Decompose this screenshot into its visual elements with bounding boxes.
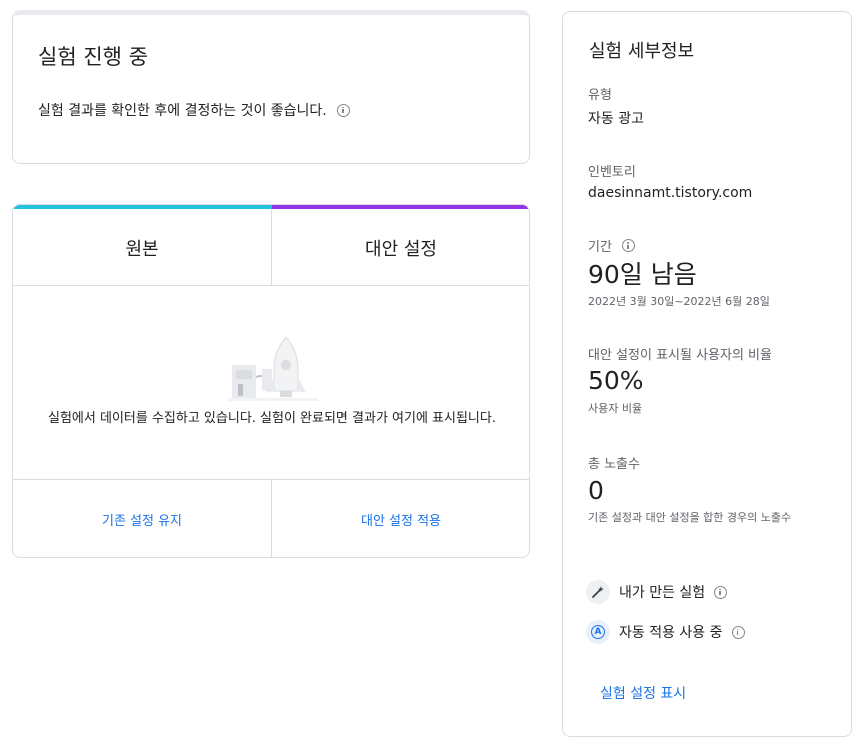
period-value: 90일 남음 bbox=[588, 260, 697, 289]
experiment-status-card: 실험 진행 중 실험 결과를 확인한 후에 결정하는 것이 좋습니다. bbox=[12, 10, 530, 164]
info-icon[interactable] bbox=[336, 103, 350, 117]
show-experiment-settings-link[interactable]: 실험 설정 표시 bbox=[600, 683, 686, 703]
info-icon[interactable] bbox=[621, 239, 635, 252]
period-label: 기간 bbox=[588, 240, 612, 255]
type-label: 유형 bbox=[588, 88, 612, 103]
impressions-value: 0 bbox=[588, 476, 604, 505]
info-icon[interactable] bbox=[714, 585, 728, 599]
status-description-row: 실험 결과를 확인한 후에 결정하는 것이 좋습니다. bbox=[38, 100, 350, 120]
created-by-me-row: 내가 만든 실험 bbox=[586, 580, 728, 604]
tab-alternative: 대안 설정 bbox=[365, 238, 437, 260]
type-value: 자동 광고 bbox=[588, 111, 644, 127]
auto-apply-icon: A bbox=[586, 620, 610, 644]
info-icon[interactable] bbox=[731, 625, 745, 639]
apply-alternative-button[interactable]: 대안 설정 적용 bbox=[272, 480, 529, 557]
tab-original: 원본 bbox=[125, 238, 159, 260]
details-title: 실험 세부정보 bbox=[589, 41, 695, 62]
created-by-me-label: 내가 만든 실험 bbox=[619, 585, 706, 601]
auto-apply-row: A 자동 적용 사용 중 bbox=[586, 620, 745, 644]
status-description: 실험 결과를 확인한 후에 결정하는 것이 좋습니다. bbox=[38, 103, 327, 119]
inventory-value: daesinnamt.tistory.com bbox=[588, 185, 753, 201]
period-label-row: 기간 bbox=[588, 236, 635, 255]
keep-original-button[interactable]: 기존 설정 유지 bbox=[13, 480, 271, 557]
comparison-card: 원본 대안 설정 실험에서 데이터를 수집하고 있습니다. 실험이 완료되면 결… bbox=[12, 204, 530, 558]
status-title: 실험 진행 중 bbox=[38, 45, 148, 69]
divider bbox=[13, 285, 529, 286]
auto-apply-label: 자동 적용 사용 중 bbox=[619, 625, 723, 641]
inventory-label: 인벤토리 bbox=[588, 165, 636, 180]
experiment-details-card: 실험 세부정보 유형 자동 광고 인벤토리 daesinnamt.tistory… bbox=[562, 11, 852, 737]
empty-state-message: 실험에서 데이터를 수집하고 있습니다. 실험이 완료되면 결과가 여기에 표시… bbox=[48, 411, 496, 426]
magic-wand-icon bbox=[586, 580, 610, 604]
impressions-label: 총 노출수 bbox=[588, 457, 640, 472]
ratio-value: 50% bbox=[588, 366, 644, 395]
impressions-sub: 기존 설정과 대안 설정을 합한 경우의 노출수 bbox=[588, 511, 792, 524]
rocket-launch-illustration bbox=[228, 336, 318, 401]
ratio-sub: 사용자 비율 bbox=[588, 402, 643, 415]
period-range: 2022년 3월 30일~2022년 6월 28일 bbox=[588, 295, 770, 308]
ratio-label: 대안 설정이 표시될 사용자의 비율 bbox=[588, 348, 772, 363]
